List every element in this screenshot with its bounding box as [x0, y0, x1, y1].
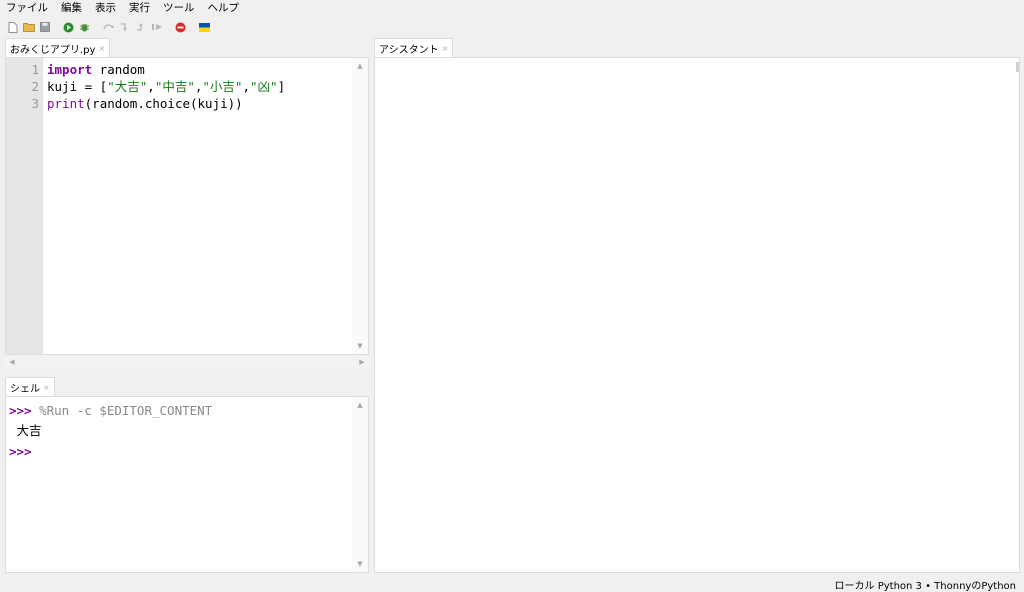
shell-prompt: >>> [9, 444, 32, 459]
tab-shell[interactable]: シェル × [5, 377, 55, 396]
tab-assistant[interactable]: アシスタント × [374, 38, 454, 57]
shell-vertical-scrollbar[interactable]: ▲ ▼ [352, 397, 368, 572]
assistant-scrollbar[interactable] [1015, 58, 1019, 572]
step-into-icon[interactable] [118, 21, 131, 34]
code-text: , [147, 79, 155, 94]
step-out-icon[interactable] [134, 21, 147, 34]
scroll-left-icon[interactable]: ◀ [5, 358, 19, 366]
menu-run[interactable]: 実行 [129, 1, 150, 15]
tab-close-icon[interactable]: × [98, 44, 105, 53]
code-line: import random [47, 61, 145, 78]
shell-command: %Run -c $EDITOR_CONTENT [31, 403, 213, 418]
scroll-up-icon[interactable]: ▲ [352, 62, 368, 70]
status-bar[interactable]: ローカル Python 3 • ThonnyのPython [835, 577, 1016, 592]
editor-vertical-scrollbar[interactable]: ▲ ▼ [352, 58, 368, 354]
string-literal: "小吉" [202, 79, 243, 94]
line-number: 2 [31, 79, 39, 94]
code-text: , [242, 79, 250, 94]
tab-editor-file[interactable]: おみくじアプリ.py × [5, 38, 111, 57]
scroll-thumb[interactable] [1016, 62, 1019, 72]
tab-close-icon[interactable]: × [43, 383, 50, 392]
line-number: 1 [31, 62, 39, 77]
string-literal: "大吉" [107, 79, 148, 94]
code-line: print(random.choice(kuji)) [47, 95, 243, 112]
interpreter-status[interactable]: ローカル Python 3 • ThonnyのPython [835, 577, 1016, 592]
menu-view[interactable]: 表示 [95, 1, 116, 15]
code-text: (random.choice(kuji)) [84, 96, 243, 111]
tab-close-icon[interactable]: × [442, 44, 449, 53]
shell-command-line: >>> %Run -c $EDITOR_CONTENT [9, 402, 212, 419]
tab-assistant-label: アシスタント [379, 44, 439, 56]
string-literal: "中吉" [154, 79, 195, 94]
scroll-right-icon[interactable]: ▶ [355, 358, 369, 366]
save-icon[interactable] [38, 21, 51, 34]
run-icon[interactable] [62, 21, 75, 34]
resume-icon[interactable] [150, 21, 163, 34]
code-text: random [92, 62, 145, 77]
ukraine-flag-icon[interactable] [198, 21, 211, 34]
code-text: kuji = [ [47, 79, 108, 94]
menu-bar: ファイル 編集 表示 実行 ツール ヘルプ [0, 0, 1024, 16]
scroll-down-icon[interactable]: ▼ [352, 342, 368, 350]
shell-input-line[interactable]: >>> [9, 443, 32, 460]
editor-horizontal-scrollbar[interactable]: ◀ ▶ [5, 356, 369, 370]
menu-help[interactable]: ヘルプ [208, 1, 240, 15]
code-text: ] [277, 79, 286, 94]
shell-output: 大吉 [9, 423, 42, 438]
toolbar [0, 18, 1024, 36]
assistant-panel [374, 57, 1020, 573]
tab-editor-file-label: おみくじアプリ.py [10, 44, 96, 56]
code-line: kuji = ["大吉","中吉","小吉","凶"] [47, 78, 285, 95]
menu-file[interactable]: ファイル [6, 1, 48, 15]
menu-edit[interactable]: 編集 [61, 1, 82, 15]
new-file-icon[interactable] [6, 21, 19, 34]
shell-prompt: >>> [9, 403, 32, 418]
code-editor[interactable]: 1 2 3 import random kuji = ["大吉","中吉","小… [5, 57, 369, 355]
menu-tools[interactable]: ツール [163, 1, 195, 15]
step-over-icon[interactable] [102, 21, 115, 34]
tab-shell-label: シェル [10, 383, 40, 395]
scroll-down-icon[interactable]: ▼ [352, 560, 368, 568]
debug-icon[interactable] [78, 21, 91, 34]
scroll-up-icon[interactable]: ▲ [352, 401, 368, 409]
keyword: import [47, 62, 93, 77]
line-number: 3 [31, 96, 39, 111]
line-number-gutter: 1 2 3 [6, 58, 43, 354]
shell-console[interactable]: >>> %Run -c $EDITOR_CONTENT 大吉 >>> ▲ ▼ [5, 396, 369, 573]
string-literal: "凶" [250, 79, 278, 94]
stop-icon[interactable] [174, 21, 187, 34]
builtin: print [47, 96, 85, 111]
open-file-icon[interactable] [22, 21, 35, 34]
